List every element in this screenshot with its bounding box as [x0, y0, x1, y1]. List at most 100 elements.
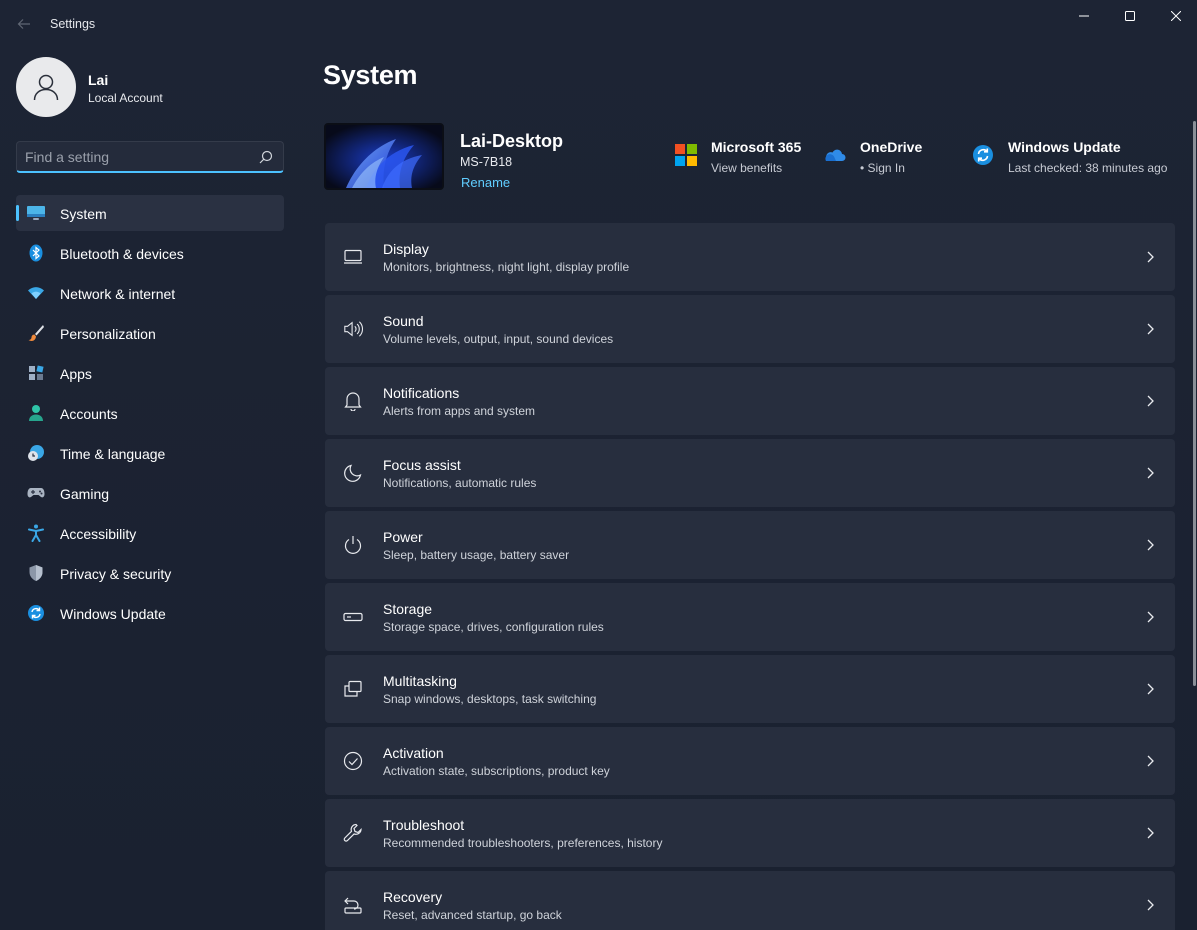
card-title: Notifications: [383, 385, 460, 401]
search-input[interactable]: [25, 147, 245, 167]
sidebar-item-time-language[interactable]: Time & language: [16, 435, 284, 471]
minimize-icon: [1079, 15, 1089, 17]
chevron-right-icon: [1147, 539, 1154, 551]
sidebar-item-label: Apps: [60, 366, 92, 382]
monitor-icon: [343, 247, 363, 267]
bluetooth-icon: [26, 244, 46, 262]
chevron-right-icon: [1147, 395, 1154, 407]
card-title: Power: [383, 529, 423, 545]
card-title: Focus assist: [383, 457, 461, 473]
settings-window: Settings Lai Local Account System: [0, 0, 1197, 930]
card-subtitle: Recommended troubleshooters, preferences…: [383, 836, 663, 850]
card-title: Recovery: [383, 889, 443, 905]
sidebar-item-label: Personalization: [60, 326, 156, 342]
card-notifications[interactable]: Notifications Alerts from apps and syste…: [325, 367, 1175, 435]
card-subtitle: Snap windows, desktops, task switching: [383, 692, 597, 706]
settings-list: Display Monitors, brightness, night ligh…: [325, 223, 1175, 930]
page-title: System: [323, 60, 418, 90]
moon-icon: [343, 463, 363, 483]
quick-link-subtitle: Last checked: 38 minutes ago: [1008, 161, 1168, 175]
brush-icon: [26, 324, 46, 342]
apps-icon: [26, 364, 46, 382]
chevron-right-icon: [1147, 755, 1154, 767]
card-focus-assist[interactable]: Focus assist Notifications, automatic ru…: [325, 439, 1175, 507]
card-recovery[interactable]: Recovery Reset, advanced startup, go bac…: [325, 871, 1175, 930]
gamepad-icon: [26, 484, 46, 502]
wrench-icon: [343, 823, 363, 843]
card-title: Display: [383, 241, 429, 257]
display-icon: [26, 204, 46, 222]
sidebar-item-windows-update[interactable]: Windows Update: [16, 595, 284, 631]
onedrive-cloud-icon: [825, 149, 846, 161]
chevron-right-icon: [1147, 827, 1154, 839]
recovery-icon: [343, 895, 363, 915]
avatar[interactable]: [16, 57, 76, 117]
card-power[interactable]: Power Sleep, battery usage, battery save…: [325, 511, 1175, 579]
card-subtitle: Monitors, brightness, night light, displ…: [383, 260, 630, 274]
sidebar-item-privacy-security[interactable]: Privacy & security: [16, 555, 284, 591]
card-subtitle: Sleep, battery usage, battery saver: [383, 548, 570, 562]
sidebar-item-apps[interactable]: Apps: [16, 355, 284, 391]
windows-update-icon: [973, 145, 993, 165]
sidebar-item-system[interactable]: System: [16, 195, 284, 231]
speaker-icon: [343, 319, 363, 339]
check-circle-icon: [343, 751, 363, 771]
clock-globe-icon: [26, 444, 46, 462]
scrollbar[interactable]: [1193, 121, 1196, 686]
card-title: Storage: [383, 601, 433, 617]
maximize-icon: [1125, 11, 1135, 21]
sidebar-item-network[interactable]: Network & internet: [16, 275, 284, 311]
sidebar-item-bluetooth[interactable]: Bluetooth & devices: [16, 235, 284, 271]
sidebar-item-label: Time & language: [60, 446, 166, 462]
maximize-button[interactable]: [1107, 0, 1153, 32]
quick-link-title: Microsoft 365: [711, 139, 802, 155]
sidebar-item-label: Gaming: [60, 486, 110, 502]
back-button[interactable]: [12, 12, 36, 36]
quick-link-title: Windows Update: [1008, 139, 1121, 155]
sidebar-item-personalization[interactable]: Personalization: [16, 315, 284, 351]
windows-bloom-wallpaper-icon: [326, 125, 442, 188]
card-troubleshoot[interactable]: Troubleshoot Recommended troubleshooters…: [325, 799, 1175, 867]
sidebar-item-label: Accessibility: [60, 526, 137, 542]
chevron-right-icon: [1147, 899, 1154, 911]
sidebar-nav: System Bluetooth & devices Network & int…: [16, 195, 284, 635]
sidebar-item-label: Network & internet: [60, 286, 176, 302]
card-storage[interactable]: Storage Storage space, drives, configura…: [325, 583, 1175, 651]
card-activation[interactable]: Activation Activation state, subscriptio…: [325, 727, 1175, 795]
card-title: Troubleshoot: [383, 817, 465, 833]
multitask-icon: [343, 679, 363, 699]
card-subtitle: Alerts from apps and system: [383, 404, 536, 418]
device-wallpaper-thumbnail: [324, 123, 444, 190]
card-subtitle: Notifications, automatic rules: [383, 476, 537, 490]
sidebar-item-label: Accounts: [60, 406, 118, 422]
chevron-right-icon: [1147, 323, 1154, 335]
close-button[interactable]: [1153, 0, 1197, 32]
search-box[interactable]: [16, 141, 284, 173]
sidebar-item-label: Bluetooth & devices: [60, 246, 184, 262]
card-subtitle: Volume levels, output, input, sound devi…: [383, 332, 614, 346]
card-title: Sound: [383, 313, 424, 329]
back-arrow-icon: [17, 19, 30, 29]
person-icon: [33, 74, 59, 101]
sidebar-item-gaming[interactable]: Gaming: [16, 475, 284, 511]
card-subtitle: Activation state, subscriptions, product…: [383, 764, 610, 778]
quick-link-title: OneDrive: [860, 139, 923, 155]
quick-link-subtitle[interactable]: • Sign In: [860, 161, 905, 175]
quick-link-subtitle[interactable]: View benefits: [711, 161, 782, 175]
card-multitasking[interactable]: Multitasking Snap windows, desktops, tas…: [325, 655, 1175, 723]
rename-link[interactable]: Rename: [461, 175, 510, 190]
card-sound[interactable]: Sound Volume levels, output, input, soun…: [325, 295, 1175, 363]
chevron-right-icon: [1147, 611, 1154, 623]
card-display[interactable]: Display Monitors, brightness, night ligh…: [325, 223, 1175, 291]
accessibility-icon: [26, 524, 46, 542]
account-type: Local Account: [88, 91, 163, 105]
sidebar-item-accounts[interactable]: Accounts: [16, 395, 284, 431]
sidebar-item-accessibility[interactable]: Accessibility: [16, 515, 284, 551]
card-title: Multitasking: [383, 673, 457, 689]
close-icon: [1171, 11, 1181, 21]
search-icon[interactable]: [259, 150, 273, 164]
sidebar-item-label: Privacy & security: [60, 566, 172, 582]
card-title: Activation: [383, 745, 444, 761]
minimize-button[interactable]: [1061, 0, 1107, 32]
bell-icon: [343, 391, 363, 411]
